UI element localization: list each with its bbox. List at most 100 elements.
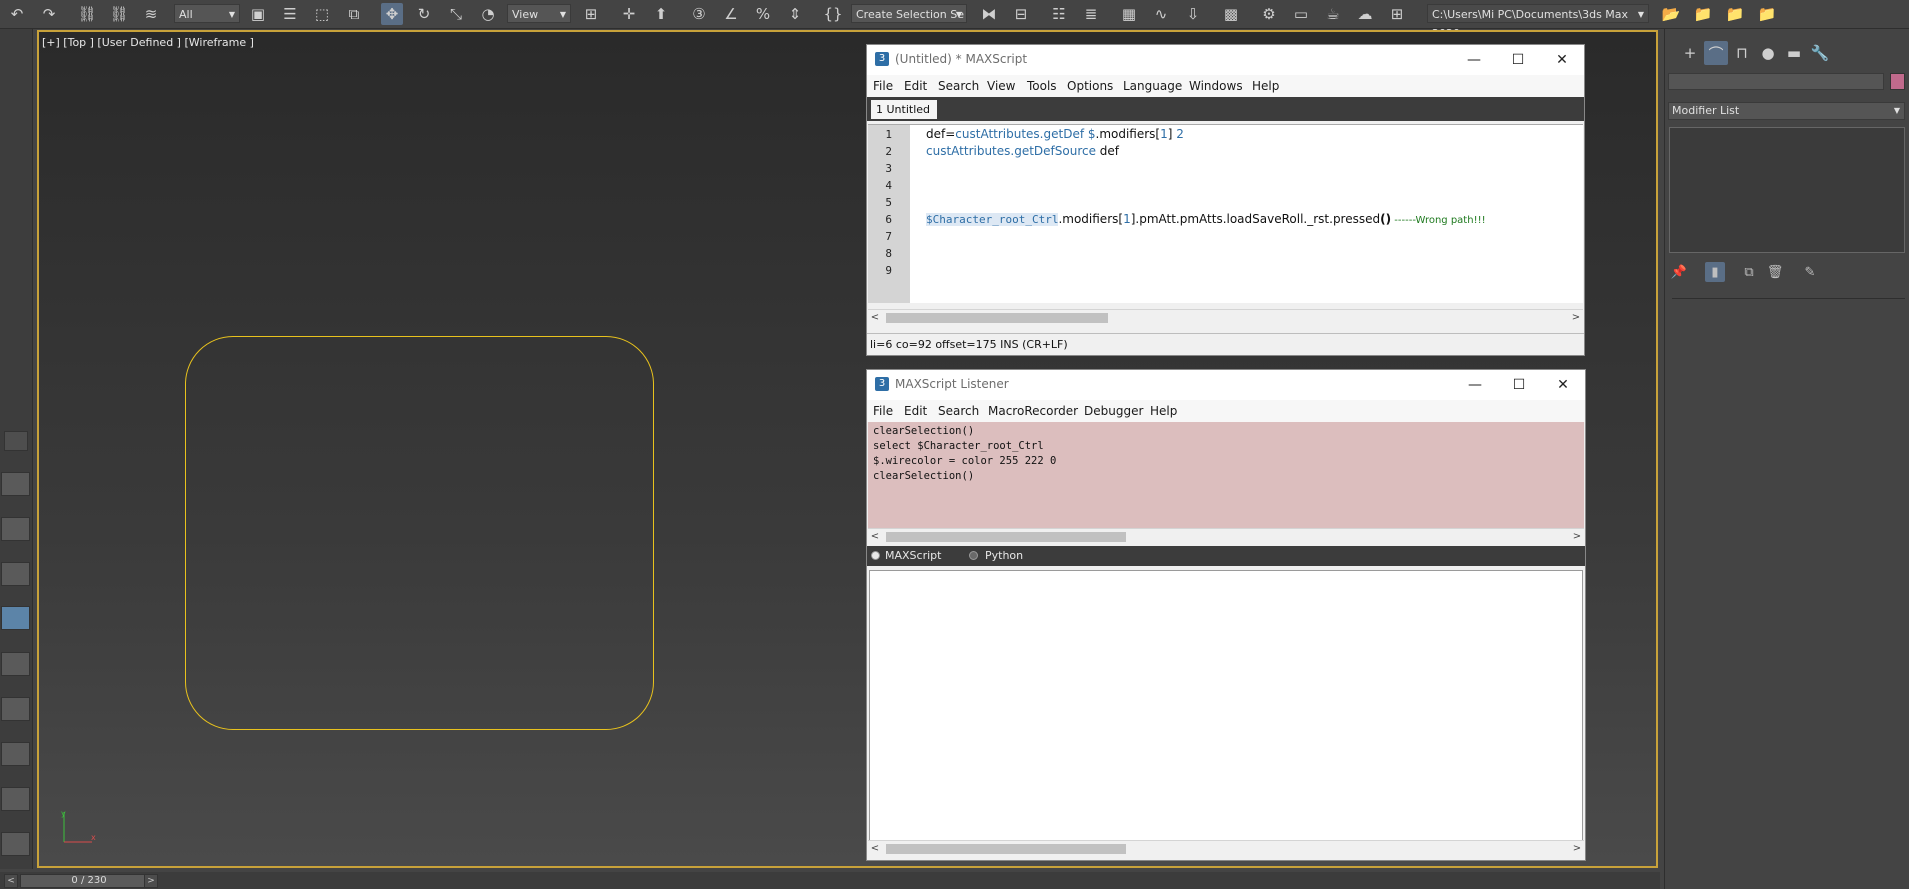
menu-help[interactable]: Help — [1150, 404, 1177, 418]
menu-language[interactable]: Language — [1123, 79, 1182, 93]
scroll-left-icon[interactable]: < — [868, 310, 882, 326]
layout-four-a-button[interactable] — [1, 697, 30, 721]
material-editor-icon[interactable]: ▩ — [1220, 3, 1242, 25]
menu-help[interactable]: Help — [1252, 79, 1279, 93]
pivot-center-icon[interactable]: ⊞ — [580, 3, 602, 25]
manipulate-icon[interactable]: ✛ — [618, 3, 640, 25]
scroll-right-icon[interactable]: > — [1570, 841, 1584, 857]
show-end-result-icon[interactable]: ▮ — [1705, 262, 1725, 282]
macro-horizontal-scrollbar[interactable]: < > — [868, 528, 1584, 545]
motion-tab-icon[interactable]: ● — [1756, 41, 1780, 65]
minimize-icon[interactable]: — — [1455, 373, 1495, 397]
layout-three-button[interactable] — [1, 652, 30, 676]
select-object-icon[interactable]: ▣ — [247, 3, 269, 25]
tab-untitled[interactable]: 1 Untitled * — [871, 100, 937, 135]
scroll-right-icon[interactable]: > — [1570, 529, 1584, 545]
selection-filter-dropdown[interactable]: All ▼ — [174, 4, 240, 23]
render-shortcuts-icon[interactable]: ⊞ — [1386, 3, 1408, 25]
menu-options[interactable]: Options — [1067, 79, 1113, 93]
mirror-icon[interactable]: ⧓ — [978, 3, 1000, 25]
project-folder-dropdown[interactable]: C:\Users\Mi PC\Documents\3ds Max 2020▼ — [1427, 4, 1649, 40]
layout-active-button[interactable] — [1, 606, 30, 630]
redo-icon[interactable]: ↷ — [38, 3, 60, 25]
maxscript-radio[interactable] — [871, 551, 880, 560]
select-place-icon[interactable]: ◔ — [477, 3, 499, 25]
utilities-tab-icon[interactable]: 🔧 — [1808, 41, 1832, 65]
editor-titlebar[interactable]: 3 (Untitled) * MAXScript — ☐ ✕ — [867, 45, 1584, 75]
code-editor[interactable]: 1 2 3 4 5 6 7 8 9 def=custAttributes.get… — [868, 124, 1583, 303]
close-icon[interactable]: ✕ — [1543, 373, 1583, 397]
listener-titlebar[interactable]: 3 MAXScript Listener — ☐ ✕ — [867, 370, 1585, 400]
menu-edit[interactable]: Edit — [904, 79, 927, 93]
menu-search[interactable]: Search — [938, 404, 979, 418]
render-production-icon[interactable]: ☕ — [1322, 3, 1344, 25]
menu-edit[interactable]: Edit — [904, 404, 927, 418]
align-icon[interactable]: ⊟ — [1010, 3, 1032, 25]
layout-four-d-button[interactable] — [1, 832, 30, 856]
window-crossing-icon[interactable]: ⧉ — [343, 3, 365, 25]
python-radio[interactable] — [969, 551, 978, 560]
editor-horizontal-scrollbar[interactable]: < > — [868, 309, 1583, 326]
spinner-snap-icon[interactable]: ⇕ — [784, 3, 806, 25]
menu-windows[interactable]: Windows — [1189, 79, 1243, 93]
angle-snap-icon[interactable]: ∠ — [720, 3, 742, 25]
scroll-thumb[interactable] — [886, 844, 1126, 854]
percent-snap-icon[interactable]: % — [752, 3, 774, 25]
modify-tab-icon[interactable]: ⌒ — [1704, 41, 1728, 65]
layout-four-c-button[interactable] — [1, 787, 30, 811]
layout-two-horizontal-button[interactable] — [1, 562, 30, 586]
render-setup-icon[interactable]: ⚙ — [1258, 3, 1280, 25]
scroll-right-icon[interactable]: > — [1569, 310, 1583, 326]
maxscript-radio-label[interactable]: MAXScript — [885, 549, 941, 562]
output-horizontal-scrollbar[interactable]: < > — [868, 840, 1584, 857]
python-radio-label[interactable]: Python — [985, 549, 1023, 562]
object-color-swatch[interactable] — [1890, 73, 1905, 90]
select-by-name-icon[interactable]: ☰ — [279, 3, 301, 25]
menu-file[interactable]: File — [873, 79, 893, 93]
create-tab-icon[interactable]: + — [1678, 41, 1702, 65]
bind-spacewarp-icon[interactable]: ≋ — [140, 3, 162, 25]
toggle-ribbon-icon[interactable]: ▦ — [1118, 3, 1140, 25]
modifier-list-dropdown[interactable]: Modifier List ▼ — [1668, 102, 1905, 120]
keyboard-shortcut-override-icon[interactable]: ⬆ — [650, 3, 672, 25]
time-slider[interactable]: 0 / 230 — [20, 874, 158, 888]
close-icon[interactable]: ✕ — [1542, 48, 1582, 72]
unlink-icon[interactable]: ⛓ — [108, 3, 130, 25]
reference-coordinate-dropdown[interactable]: View ▼ — [507, 4, 571, 23]
time-next-button[interactable]: > — [144, 874, 158, 888]
open-explorer-icon[interactable]: 📂 — [1660, 3, 1682, 25]
hierarchy-tab-icon[interactable]: ⊓ — [1730, 41, 1754, 65]
pin-stack-icon[interactable]: 📌 — [1669, 262, 1689, 282]
snaps-toggle-icon[interactable]: ③ — [688, 3, 710, 25]
rendered-frame-window-icon[interactable]: ▭ — [1290, 3, 1312, 25]
menu-search[interactable]: Search — [938, 79, 979, 93]
render-in-cloud-icon[interactable]: ☁ — [1354, 3, 1376, 25]
time-prev-button[interactable]: < — [4, 874, 18, 888]
layout-single-button[interactable] — [1, 472, 30, 496]
menu-debugger[interactable]: Debugger — [1084, 404, 1143, 418]
modifier-stack[interactable] — [1669, 127, 1905, 253]
select-rotate-icon[interactable]: ↻ — [413, 3, 435, 25]
listener-output-pane[interactable] — [869, 570, 1583, 850]
maximize-icon[interactable]: ☐ — [1499, 373, 1539, 397]
layer-explorer-icon[interactable]: ≣ — [1080, 3, 1102, 25]
expand-arrow-icon[interactable] — [4, 431, 28, 451]
named-selection-set-dropdown[interactable]: Create Selection Se ▼ — [851, 4, 967, 23]
object-name-field[interactable] — [1668, 73, 1884, 90]
project-settings-icon[interactable]: 📁 — [1724, 3, 1746, 25]
menu-view[interactable]: View — [987, 79, 1015, 93]
scroll-left-icon[interactable]: < — [868, 529, 882, 545]
scroll-left-icon[interactable]: < — [868, 841, 882, 857]
undo-icon[interactable]: ↶ — [6, 3, 28, 25]
scene-explorer-icon[interactable]: ☷ — [1048, 3, 1070, 25]
display-tab-icon[interactable]: ▬ — [1782, 41, 1806, 65]
schematic-view-icon[interactable]: ⇩ — [1182, 3, 1204, 25]
menu-macrorecorder[interactable]: MacroRecorder — [988, 404, 1078, 418]
select-scale-icon[interactable]: ⤡ — [445, 3, 467, 25]
minimize-icon[interactable]: — — [1454, 48, 1494, 72]
project-icon[interactable]: 📁 — [1692, 3, 1714, 25]
link-icon[interactable]: ⛓ — [76, 3, 98, 25]
menu-file[interactable]: File — [873, 404, 893, 418]
remove-modifier-icon[interactable]: 🗑 — [1765, 262, 1785, 282]
scroll-thumb[interactable] — [886, 532, 1126, 542]
